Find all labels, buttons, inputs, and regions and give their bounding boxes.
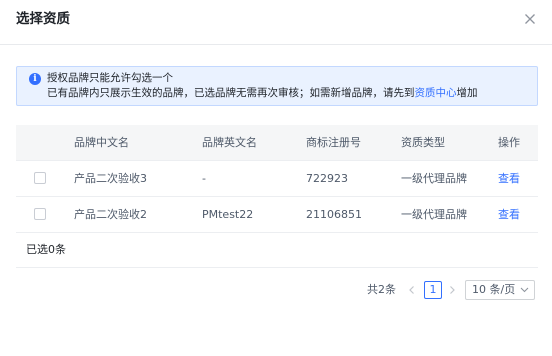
page-size-value: 10 条/页	[472, 283, 516, 296]
cell-type: 一级代理品牌	[401, 208, 467, 221]
pagination-total: 共2条	[367, 283, 396, 296]
close-icon	[525, 14, 535, 24]
alert-line-2-text: 已有品牌内只展示生效的品牌，已选品牌无需再次审核；如需新增品牌，请先到	[47, 87, 415, 99]
table-row[interactable]: 产品二次验收3 - 722923 一级代理品牌 查看	[16, 161, 538, 197]
column-header-action: 操作	[498, 136, 520, 149]
prev-page-button[interactable]	[406, 280, 418, 300]
view-link[interactable]: 查看	[498, 197, 520, 232]
chevron-down-icon	[520, 287, 529, 293]
modal-title: 选择资质	[16, 11, 70, 27]
column-header-en-name: 品牌英文名	[202, 136, 257, 149]
cell-en-name: PMtest22	[202, 208, 254, 221]
table-row[interactable]: 产品二次验收2 PMtest22 21106851 一级代理品牌 查看	[16, 197, 538, 233]
select-qualification-modal: 选择资质 i 授权品牌只能允许勾选一个 已有品牌内只展示生效的品牌，已选品牌无需…	[0, 0, 552, 356]
cell-reg-no: 21106851	[306, 208, 362, 221]
brand-table: 品牌中文名 品牌英文名 商标注册号 资质类型 操作 产品二次验收3 - 7229…	[16, 125, 538, 268]
row-checkbox[interactable]	[34, 172, 46, 184]
close-button[interactable]	[520, 9, 540, 29]
row-checkbox[interactable]	[34, 208, 46, 220]
column-header-reg-no: 商标注册号	[306, 136, 361, 149]
column-header-cn-name: 品牌中文名	[74, 136, 129, 149]
chevron-right-icon	[450, 286, 455, 294]
selection-summary: 已选0条	[16, 233, 538, 268]
column-header-type: 资质类型	[401, 136, 445, 149]
selected-count: 已选0条	[26, 243, 66, 256]
page-button-current[interactable]: 1	[424, 281, 442, 299]
page-size-select[interactable]: 10 条/页	[465, 280, 535, 300]
table-header: 品牌中文名 品牌英文名 商标注册号 资质类型 操作	[16, 125, 538, 161]
cell-type: 一级代理品牌	[401, 172, 467, 185]
cell-cn-name: 产品二次验收2	[74, 208, 147, 221]
cell-en-name: -	[202, 172, 206, 185]
info-icon: i	[29, 73, 41, 85]
chevron-left-icon	[409, 286, 414, 294]
pagination: 共2条 1 10 条/页	[0, 280, 552, 300]
alert-line-2-suffix: 增加	[456, 87, 478, 99]
qualification-center-link[interactable]: 资质中心	[415, 87, 457, 99]
modal-header: 选择资质	[0, 0, 552, 45]
cell-cn-name: 产品二次验收3	[74, 172, 147, 185]
info-alert: i 授权品牌只能允许勾选一个 已有品牌内只展示生效的品牌，已选品牌无需再次审核；…	[16, 66, 538, 106]
alert-line-1: 授权品牌只能允许勾选一个	[47, 72, 173, 84]
cell-reg-no: 722923	[306, 172, 348, 185]
alert-line-2: 已有品牌内只展示生效的品牌，已选品牌无需再次审核；如需新增品牌，请先到资质中心增…	[47, 86, 478, 101]
view-link[interactable]: 查看	[498, 161, 520, 196]
next-page-button[interactable]	[446, 280, 458, 300]
